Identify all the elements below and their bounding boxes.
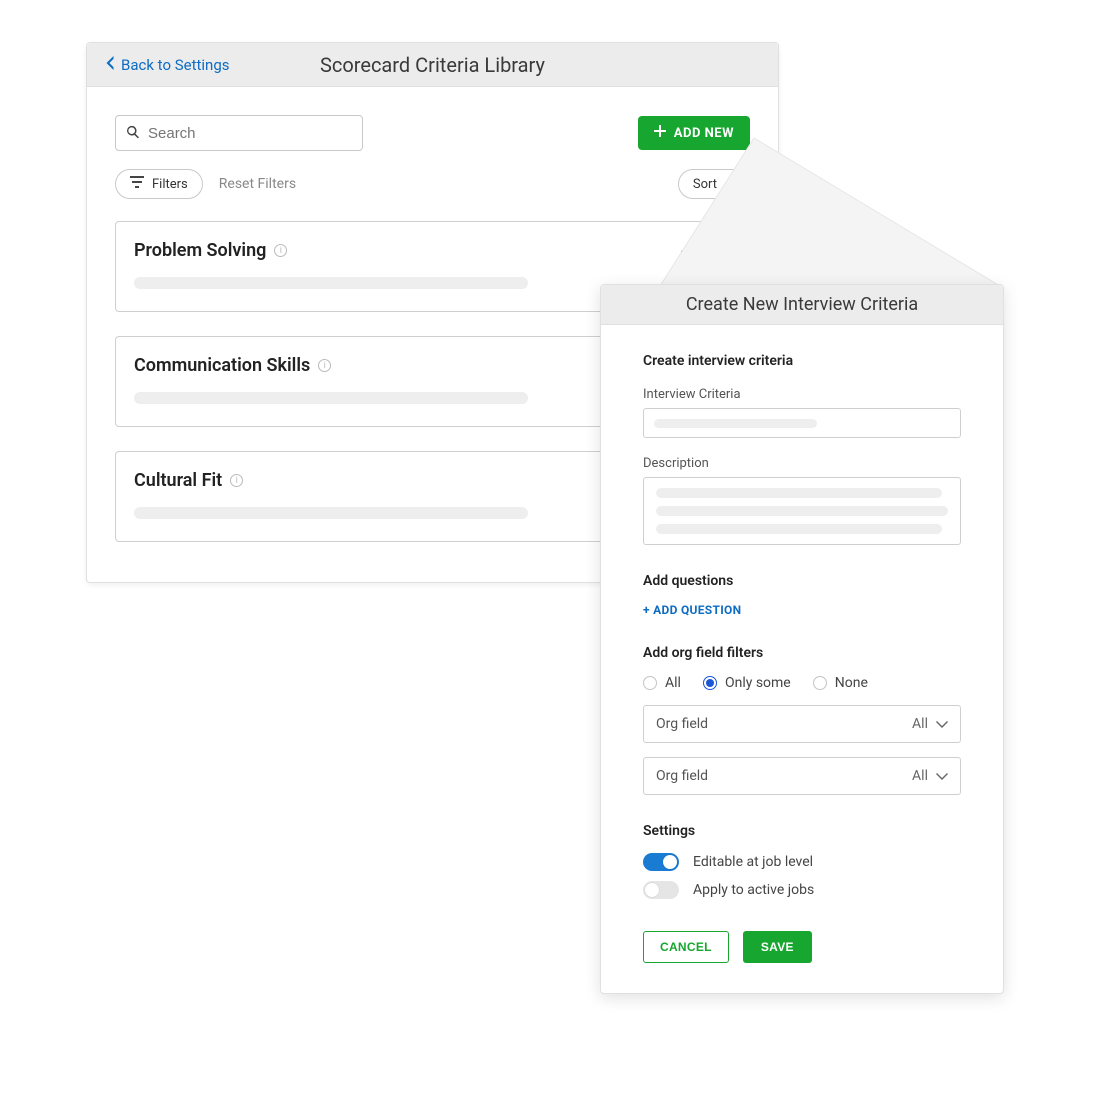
- info-icon: i: [318, 359, 331, 372]
- radio-icon: [813, 676, 827, 690]
- chevron-down-icon: [936, 716, 948, 732]
- org-filters-radio-group: All Only some None: [643, 675, 961, 691]
- select-value: All: [912, 716, 928, 732]
- select-label: Org field: [656, 768, 708, 784]
- back-to-settings-link[interactable]: Back to Settings: [105, 43, 230, 87]
- sort-button[interactable]: Sort: [678, 169, 750, 199]
- toolbar-row-1: ADD NEW: [115, 115, 750, 151]
- search-box[interactable]: [115, 115, 363, 151]
- radio-icon: [703, 676, 717, 690]
- sort-label: Sort: [693, 177, 717, 192]
- modal-subtitle: Create interview criteria: [643, 353, 961, 369]
- filter-icon: [130, 176, 144, 192]
- radio-icon: [643, 676, 657, 690]
- radio-label: None: [835, 675, 868, 691]
- filters-label: Filters: [152, 177, 188, 192]
- add-questions-label: Add questions: [643, 573, 961, 589]
- info-icon: i: [274, 244, 287, 257]
- radio-none[interactable]: None: [813, 675, 868, 691]
- library-header: Back to Settings Scorecard Criteria Libr…: [87, 43, 778, 87]
- reset-filters-link[interactable]: Reset Filters: [219, 176, 296, 192]
- toggle-label: Editable at job level: [693, 854, 813, 870]
- description-input[interactable]: [643, 477, 961, 545]
- add-question-button[interactable]: + ADD QUESTION: [643, 603, 961, 617]
- filters-button[interactable]: Filters: [115, 169, 203, 199]
- select-value: All: [912, 768, 928, 784]
- criteria-field-label: Interview Criteria: [643, 387, 961, 402]
- description-placeholder: [134, 277, 528, 289]
- caret-down-icon: [727, 177, 735, 192]
- radio-label: Only some: [725, 675, 791, 691]
- criteria-title: Communication Skills: [134, 355, 310, 376]
- org-field-select-2[interactable]: Org field All: [643, 757, 961, 795]
- card-actions: [679, 240, 731, 260]
- cancel-button[interactable]: CANCEL: [643, 931, 729, 963]
- org-field-select-1[interactable]: Org field All: [643, 705, 961, 743]
- description-placeholder: [134, 392, 528, 404]
- modal-title: Create New Interview Criteria: [601, 285, 1003, 325]
- settings-label: Settings: [643, 823, 961, 839]
- description-field-label: Description: [643, 456, 961, 471]
- description-placeholder: [134, 507, 528, 519]
- edit-icon[interactable]: [679, 240, 695, 260]
- chevron-left-icon: [105, 56, 115, 74]
- add-new-label: ADD NEW: [674, 126, 734, 141]
- toggle-editable-job-level[interactable]: [643, 853, 679, 871]
- add-new-button[interactable]: ADD NEW: [638, 116, 750, 150]
- plus-icon: [654, 125, 666, 141]
- delete-icon[interactable]: [715, 240, 731, 260]
- page-title: Scorecard Criteria Library: [320, 53, 545, 77]
- chevron-down-icon: [936, 768, 948, 784]
- back-label: Back to Settings: [121, 56, 230, 74]
- radio-label: All: [665, 675, 681, 691]
- criteria-title: Problem Solving: [134, 240, 266, 261]
- search-icon: [126, 124, 140, 143]
- toggle-apply-active-jobs[interactable]: [643, 881, 679, 899]
- select-label: Org field: [656, 716, 708, 732]
- toggle-label: Apply to active jobs: [693, 882, 814, 898]
- info-icon: i: [230, 474, 243, 487]
- radio-only-some[interactable]: Only some: [703, 675, 791, 691]
- criteria-title: Cultural Fit: [134, 470, 222, 491]
- search-input[interactable]: [148, 125, 352, 142]
- org-filters-label: Add org field filters: [643, 645, 961, 661]
- radio-all[interactable]: All: [643, 675, 681, 691]
- criteria-name-input[interactable]: [643, 408, 961, 438]
- create-criteria-modal: Create New Interview Criteria Create int…: [600, 284, 1004, 994]
- save-button[interactable]: SAVE: [743, 931, 812, 963]
- toolbar-row-2: Filters Reset Filters Sort: [115, 169, 750, 199]
